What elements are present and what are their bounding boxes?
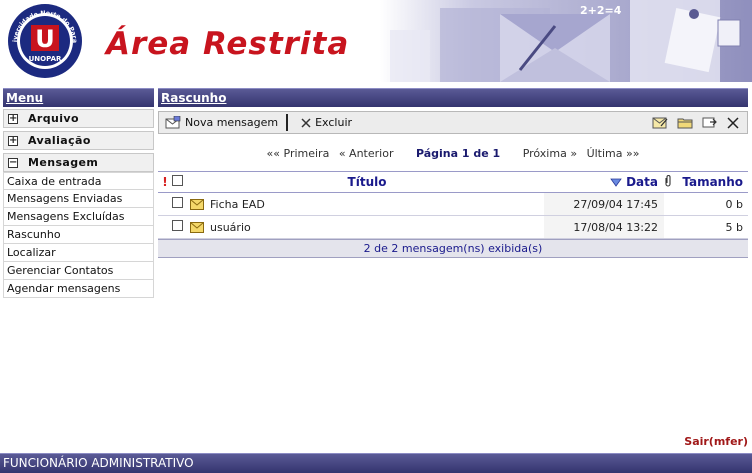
move-to-folder-icon[interactable]: [677, 116, 693, 129]
close-icon[interactable]: [727, 116, 739, 129]
compose-icon[interactable]: [652, 116, 668, 129]
attachment-column-header: [664, 174, 678, 190]
table-header: ! Título Data Tamanho: [158, 171, 748, 193]
table-row[interactable]: Ficha EAD 27/09/04 17:45 0 b: [158, 193, 748, 216]
new-message-label: Nova mensagem: [185, 116, 279, 129]
last-page-link[interactable]: Última »»: [587, 147, 640, 160]
size-column-header[interactable]: Tamanho: [678, 175, 748, 189]
envelope-icon: [190, 198, 210, 210]
expand-icon[interactable]: +: [8, 135, 18, 146]
row-checkbox[interactable]: [172, 197, 183, 208]
sidebar-item-gerenciar-contatos[interactable]: Gerenciar Contatos: [3, 262, 154, 280]
collapse-icon[interactable]: −: [8, 157, 18, 168]
message-size: 5 b: [725, 220, 743, 234]
sidebar-item-mensagens-excluidas[interactable]: Mensagens Excluídas: [3, 208, 154, 226]
menu-title-bar: Menu: [3, 88, 154, 107]
paperclip-icon: [665, 175, 671, 187]
sidebar-item-rascunho[interactable]: Rascunho: [3, 226, 154, 244]
svg-text:U: U: [35, 25, 55, 53]
unopar-logo: U UNOPAR Universidade Norte do Paraná: [7, 3, 82, 78]
sidebar-item-localizar[interactable]: Localizar: [3, 244, 154, 262]
svg-text:UNOPAR: UNOPAR: [29, 55, 62, 63]
sidebar: + Arquivo + Avaliação − Mensagem Caixa d…: [3, 109, 154, 298]
table-row[interactable]: usuário 17/08/04 13:22 5 b: [158, 216, 748, 239]
header: U UNOPAR Universidade Norte do Paraná Ár…: [0, 0, 752, 82]
message-date: 27/09/04 17:45: [544, 193, 664, 215]
header-banner-image: 2+2=4: [380, 0, 752, 82]
svg-text:2+2=4: 2+2=4: [580, 4, 622, 17]
toolbar-actions: [652, 116, 747, 129]
sort-descending-icon: [610, 178, 622, 187]
logout-link[interactable]: Sair(mfer): [684, 435, 748, 448]
previous-page-link[interactable]: « Anterior: [339, 147, 394, 160]
pagination: «« Primeira « Anterior Página 1 de 1 Pró…: [158, 147, 748, 160]
sidebar-item-mensagens-enviadas[interactable]: Mensagens Enviadas: [3, 190, 154, 208]
page-indicator: Página 1 de 1: [415, 147, 501, 160]
title-column-header[interactable]: Título: [190, 175, 544, 189]
message-title[interactable]: Ficha EAD: [210, 198, 544, 211]
delete-icon: [301, 117, 311, 128]
message-title[interactable]: usuário: [210, 221, 544, 234]
sidebar-group-mensagem[interactable]: − Mensagem: [3, 153, 154, 172]
message-size: 0 b: [725, 197, 743, 211]
date-column-header[interactable]: Data: [544, 175, 664, 189]
sidebar-group-label: Mensagem: [28, 156, 99, 169]
status-bar: FUNCIONÁRIO ADMINISTRATIVO: [0, 453, 752, 473]
row-checkbox[interactable]: [172, 220, 183, 231]
message-table: ! Título Data Tamanho Ficha EAD 27/09/04…: [158, 171, 748, 258]
new-message-icon: [165, 116, 181, 129]
toolbar-divider: [286, 114, 289, 131]
priority-column-header: !: [162, 175, 168, 189]
next-page-link[interactable]: Próxima »: [523, 147, 577, 160]
sidebar-group-avaliacao[interactable]: + Avaliação: [3, 131, 154, 150]
page-title: Área Restrita: [106, 26, 350, 62]
user-role-label: FUNCIONÁRIO ADMINISTRATIVO: [3, 456, 194, 470]
sidebar-item-agendar-mensagens[interactable]: Agendar mensagens: [3, 280, 154, 298]
message-date: 17/08/04 13:22: [544, 216, 664, 238]
sidebar-group-label: Arquivo: [28, 112, 79, 125]
sidebar-item-caixa-de-entrada[interactable]: Caixa de entrada: [3, 172, 154, 190]
sidebar-group-label: Avaliação: [28, 134, 91, 147]
forward-icon[interactable]: [702, 116, 718, 129]
sidebar-group-arquivo[interactable]: + Arquivo: [3, 109, 154, 128]
delete-label: Excluir: [315, 116, 353, 129]
message-count: 2 de 2 mensagem(ns) exibida(s): [158, 239, 748, 258]
delete-button[interactable]: Excluir: [300, 116, 352, 129]
folder-title-bar: Rascunho: [158, 88, 748, 107]
select-all-checkbox[interactable]: [172, 175, 183, 186]
new-message-button[interactable]: Nova mensagem: [165, 116, 278, 129]
message-toolbar: Nova mensagem Excluir: [158, 111, 748, 134]
first-page-link[interactable]: «« Primeira: [267, 147, 330, 160]
envelope-icon: [190, 221, 210, 233]
expand-icon[interactable]: +: [8, 113, 18, 124]
